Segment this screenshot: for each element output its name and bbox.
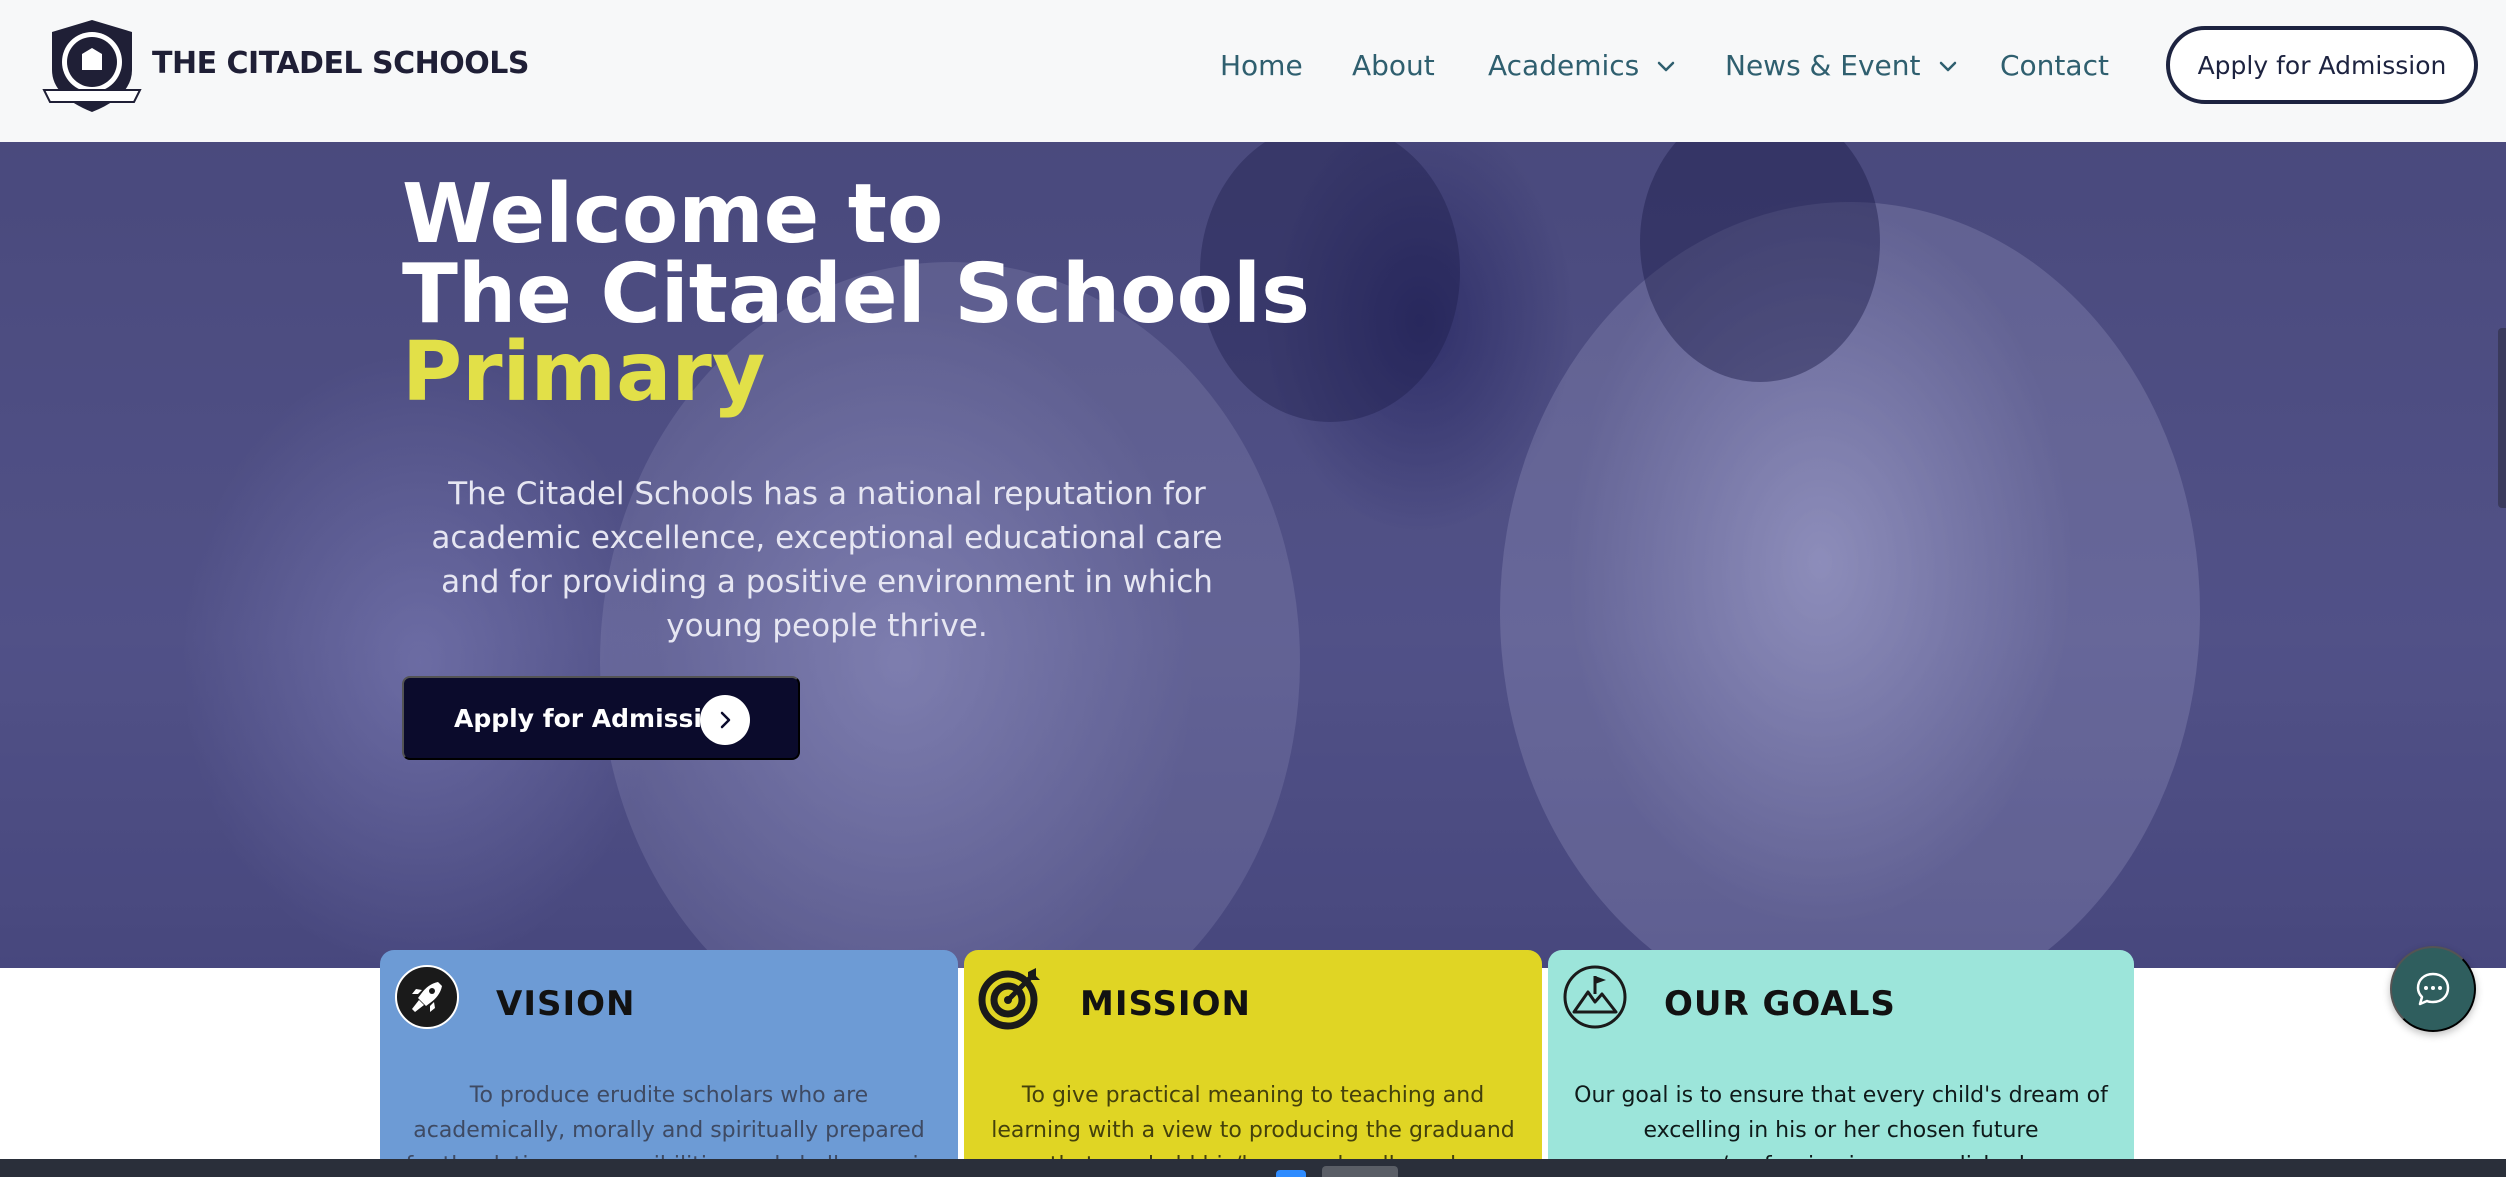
nav-news-event[interactable]: News & Event	[1725, 44, 1959, 88]
target-icon	[978, 968, 1040, 1030]
mission-title: MISSION	[1080, 984, 1251, 1024]
taskbar-app-icon[interactable]	[1322, 1166, 1398, 1177]
shield-crest-icon	[42, 20, 142, 112]
hero-apply-label: Apply for Admission	[454, 703, 737, 733]
taskbar-app-icon[interactable]	[1276, 1170, 1306, 1177]
goals-title: OUR GOALS	[1664, 984, 1896, 1024]
nav-academics[interactable]: Academics	[1488, 44, 1677, 88]
nav-contact[interactable]: Contact	[2000, 44, 2109, 88]
hero-heading-line2: The Citadel Schools	[402, 247, 1310, 342]
chevron-down-icon	[1939, 61, 1956, 72]
hero-apply-button[interactable]: Apply for Admission	[402, 676, 800, 760]
rocket-icon	[395, 965, 459, 1029]
scrollbar-thumb[interactable]	[2498, 328, 2506, 508]
vision-card: VISION To produce erudite scholars who a…	[380, 950, 958, 1177]
logo-text: THE CITADEL SCHOOLS	[152, 45, 529, 81]
nav-academics-label: Academics	[1488, 49, 1640, 82]
hero-heading-line1: Welcome to	[402, 167, 944, 262]
hero-description: The Citadel Schools has a national reput…	[431, 476, 1223, 644]
chevron-down-icon	[1658, 61, 1675, 72]
chevron-right-icon	[700, 695, 750, 745]
vision-title: VISION	[496, 984, 636, 1024]
mountain-flag-icon	[1563, 965, 1627, 1029]
nav-home[interactable]: Home	[1220, 44, 1303, 88]
nav-news-event-label: News & Event	[1725, 49, 1921, 82]
nav-about[interactable]: About	[1352, 44, 1435, 88]
hero-heading-primary: Primary	[402, 325, 766, 420]
site-header: THE CITADEL SCHOOLS Home About Academics…	[0, 0, 2506, 142]
chat-bubble-icon	[2416, 972, 2450, 1006]
taskbar	[0, 1159, 2506, 1177]
goals-card: OUR GOALS Our goal is to ensure that eve…	[1548, 950, 2134, 1177]
chat-widget-button[interactable]	[2390, 946, 2476, 1032]
site-logo[interactable]: THE CITADEL SCHOOLS	[36, 16, 529, 116]
apply-admission-button[interactable]: Apply for Admission	[2166, 26, 2478, 104]
hero-banner: Welcome to The Citadel Schools Primary T…	[0, 142, 2506, 968]
mission-card: MISSION To give practical meaning to tea…	[964, 950, 1542, 1177]
